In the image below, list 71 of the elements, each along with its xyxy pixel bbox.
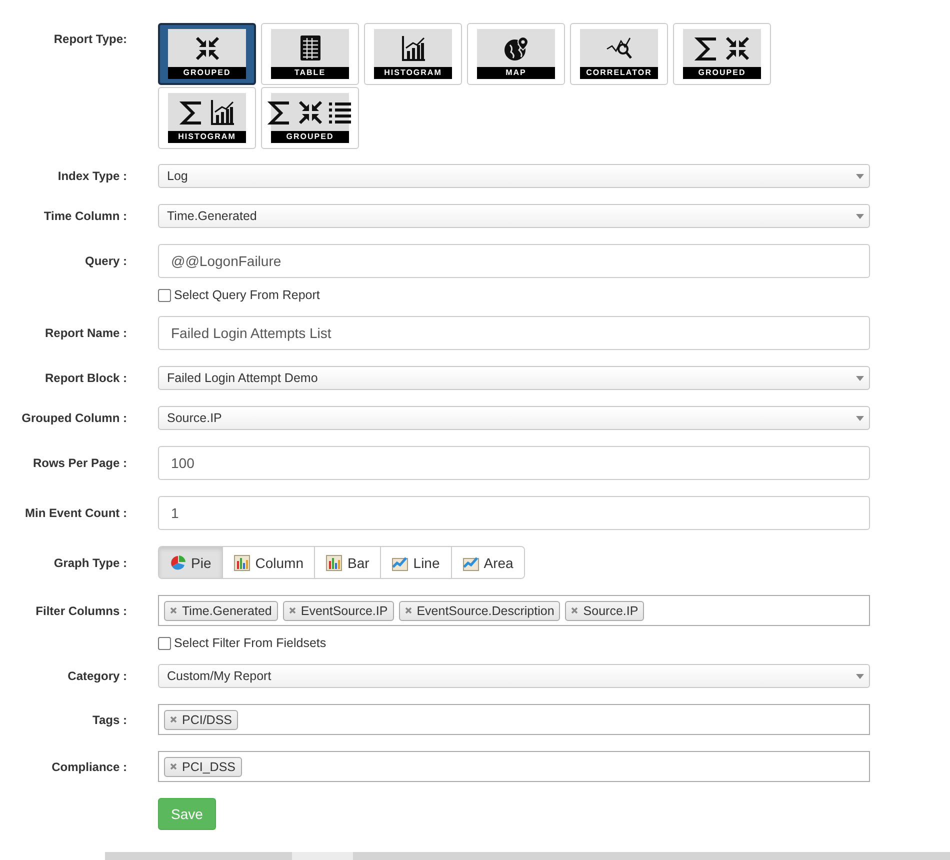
remove-icon[interactable]: [170, 763, 177, 770]
field-label: Grouped Column :: [20, 411, 127, 425]
horizontal-scrollbar[interactable]: [105, 852, 950, 860]
bar-chart-icon: [326, 554, 342, 570]
text-field[interactable]: 100: [158, 446, 870, 480]
tag-chip[interactable]: EventSource.Description: [398, 600, 560, 620]
tag-chip[interactable]: Source.IP: [565, 600, 644, 620]
checkbox-label: Select Query From Report: [174, 288, 320, 302]
field-label: Category :: [66, 669, 127, 683]
field-label: Query :: [84, 254, 127, 268]
tile-label: GROUPED: [168, 67, 246, 79]
column-chart-icon: [234, 554, 250, 570]
remove-icon[interactable]: [571, 607, 578, 614]
tag-field[interactable]: PCI/DSS: [158, 704, 870, 735]
report-type-tile[interactable]: GROUPED: [158, 23, 256, 85]
tile-label: GROUPED: [683, 67, 761, 79]
field-label: Index Type :: [56, 169, 127, 183]
caret-icon: [856, 214, 864, 218]
caret-icon: [856, 174, 864, 178]
pie-chart-icon: [170, 554, 186, 570]
caret-icon: [856, 674, 864, 678]
field-label: Compliance :: [50, 760, 127, 774]
text-field[interactable]: @@LogonFailure: [158, 244, 870, 278]
graph-type-button[interactable]: Pie: [159, 547, 224, 578]
field-label: Time Column :: [42, 209, 127, 223]
tile-label: GROUPED: [271, 131, 349, 143]
remove-icon[interactable]: [170, 716, 177, 723]
caret-icon: [856, 416, 864, 420]
tag-field[interactable]: Time.Generated EventSource.IP EventSource.Description Source.IP: [158, 595, 870, 626]
field-label: Min Event Count :: [24, 506, 127, 520]
report-type-tile[interactable]: GROUPED: [673, 23, 771, 85]
dropdown[interactable]: Source.IP: [158, 406, 870, 430]
sigma-bar-chart-icon: [177, 97, 237, 127]
dropdown[interactable]: Custom/My Report: [158, 664, 870, 688]
text-field[interactable]: Failed Login Attempts List: [158, 316, 870, 350]
remove-icon[interactable]: [404, 607, 412, 614]
tag-chip[interactable]: PCI_DSS: [164, 756, 242, 776]
field-label: Graph Type :: [52, 556, 127, 570]
report-type-tile[interactable]: HISTOGRAM: [158, 87, 256, 149]
field-label: Tags :: [92, 712, 127, 726]
tag-field[interactable]: PCI_DSS: [158, 751, 870, 782]
tag-chip[interactable]: EventSource.IP: [282, 600, 394, 620]
text-field[interactable]: 1: [158, 496, 870, 530]
field-label: Report Block :: [44, 371, 127, 385]
caret-icon: [856, 376, 864, 380]
tag-chip[interactable]: PCI/DSS: [164, 710, 238, 730]
tile-label: MAP: [477, 67, 555, 79]
tag-chip[interactable]: Time.Generated: [164, 600, 278, 620]
area-chart-icon: [462, 554, 479, 570]
dropdown[interactable]: Log: [158, 164, 870, 188]
remove-icon[interactable]: [288, 607, 296, 614]
checkbox-label: Select Filter From Fieldsets: [174, 636, 326, 650]
field-label: Rows Per Page :: [32, 456, 127, 470]
tile-label: HISTOGRAM: [168, 131, 246, 143]
checkbox[interactable]: [158, 636, 171, 650]
remove-icon[interactable]: [170, 607, 177, 614]
field-label: Report Name :: [44, 326, 127, 340]
report-type-tile[interactable]: TABLE: [261, 23, 359, 85]
dropdown[interactable]: Time.Generated: [158, 204, 870, 228]
tile-label: TABLE: [271, 67, 349, 79]
field-label: Report Type:: [52, 31, 127, 46]
report-type-tile[interactable]: MAP: [467, 23, 565, 85]
dropdown[interactable]: Failed Login Attempt Demo: [158, 366, 870, 390]
tile-label: HISTOGRAM: [374, 67, 452, 79]
checkbox[interactable]: [158, 288, 171, 302]
report-type-tile[interactable]: CORRELATOR: [570, 23, 668, 85]
line-chart-icon: [392, 554, 408, 570]
report-type-tile[interactable]: HISTOGRAM: [364, 23, 462, 85]
report-type-tile[interactable]: GROUPED: [261, 87, 359, 149]
field-label: Filter Columns :: [34, 604, 127, 618]
tile-label: CORRELATOR: [580, 67, 658, 79]
